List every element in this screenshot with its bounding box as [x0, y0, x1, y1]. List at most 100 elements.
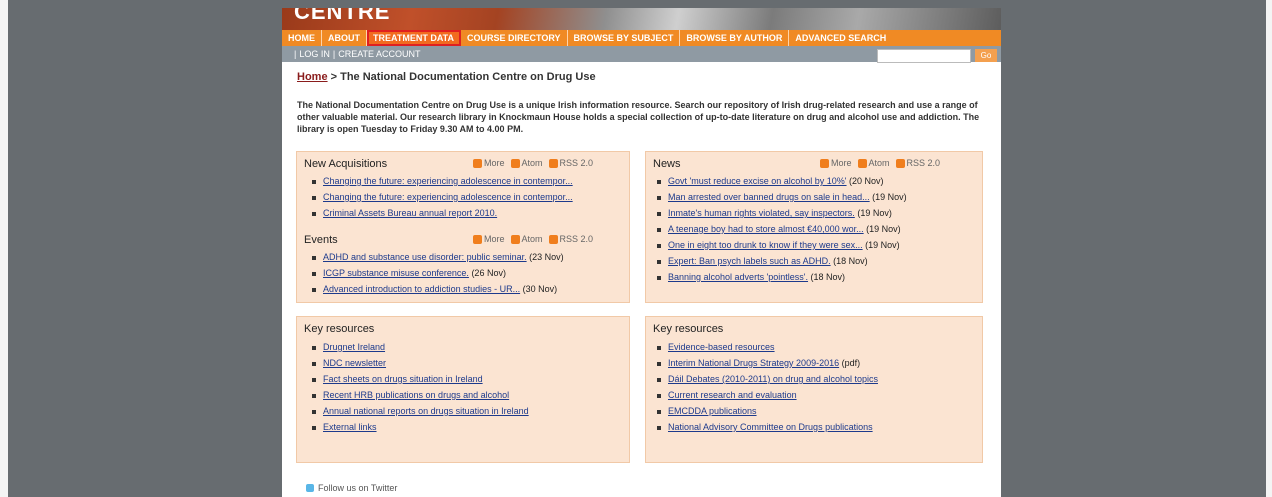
- news-date: (19 Nov): [872, 192, 907, 202]
- bullet: [312, 271, 316, 276]
- left-margin: [0, 0, 8, 497]
- key-resources-right-box: Key resources Evidence-based resources I…: [645, 316, 983, 463]
- list-item: Inmate's human rights violated, say insp…: [657, 205, 907, 221]
- list-item: Man arrested over banned drugs on sale i…: [657, 189, 907, 205]
- login-link[interactable]: LOG IN: [299, 49, 330, 59]
- news-link[interactable]: Govt 'must reduce excise on alcohol by 1…: [668, 176, 847, 186]
- rss-label: RSS 2.0: [906, 158, 941, 168]
- create-account-link[interactable]: CREATE ACCOUNT: [338, 49, 420, 59]
- rss-label: RSS 2.0: [559, 158, 594, 168]
- more-icon: [820, 158, 829, 168]
- nav-course-directory[interactable]: COURSE DIRECTORY: [461, 30, 568, 46]
- news-date: (19 Nov): [865, 240, 900, 250]
- list-item: One in eight too drunk to know if they w…: [657, 237, 907, 253]
- more-label: More: [484, 234, 505, 244]
- list-item: ICGP substance misuse conference. (26 No…: [312, 265, 564, 281]
- more-link[interactable]: More: [820, 158, 852, 168]
- acquisition-link[interactable]: Criminal Assets Bureau annual report 201…: [323, 208, 497, 218]
- more-icon: [473, 158, 482, 168]
- rss-link[interactable]: RSS 2.0: [895, 158, 941, 168]
- nav-browse-by-author[interactable]: BROWSE BY AUTHOR: [680, 30, 790, 46]
- bullet: [657, 377, 661, 382]
- list-item: Drugnet Ireland: [312, 339, 529, 355]
- news-feeds: More Atom RSS 2.0: [820, 158, 940, 168]
- list-item: NDC newsletter: [312, 355, 529, 371]
- twitter-follow[interactable]: Follow us on Twitter: [306, 483, 397, 493]
- list-item: Criminal Assets Bureau annual report 201…: [312, 205, 573, 221]
- atom-label: Atom: [521, 158, 543, 168]
- event-date: (26 Nov): [471, 268, 506, 278]
- more-link[interactable]: More: [473, 158, 505, 168]
- resource-link[interactable]: NDC newsletter: [323, 358, 386, 368]
- nav-treatment-data[interactable]: TREATMENT DATA: [367, 30, 461, 46]
- resource-link[interactable]: National Advisory Committee on Drugs pub…: [668, 422, 873, 432]
- news-link[interactable]: Man arrested over banned drugs on sale i…: [668, 192, 870, 202]
- more-label: More: [484, 158, 505, 168]
- resource-link[interactable]: EMCDDA publications: [668, 406, 757, 416]
- right-margin: [1266, 0, 1272, 497]
- news-link[interactable]: A teenage boy had to store almost €40,00…: [668, 224, 864, 234]
- nav-about[interactable]: ABOUT: [322, 30, 367, 46]
- breadcrumb-home[interactable]: Home: [297, 71, 328, 83]
- site-banner: CENTRE: [282, 8, 1001, 30]
- key-resources-right-title: Key resources: [653, 323, 724, 335]
- search-button[interactable]: Go: [975, 49, 997, 62]
- list-item: Banning alcohol adverts 'pointless'. (18…: [657, 269, 907, 285]
- news-link[interactable]: Banning alcohol adverts 'pointless'.: [668, 272, 808, 282]
- news-link[interactable]: Inmate's human rights violated, say insp…: [668, 208, 855, 218]
- nav-browse-by-subject[interactable]: BROWSE BY SUBJECT: [568, 30, 681, 46]
- bullet: [657, 393, 661, 398]
- news-link[interactable]: One in eight too drunk to know if they w…: [668, 240, 863, 250]
- bullet: [657, 409, 661, 414]
- resource-link[interactable]: External links: [323, 422, 377, 432]
- resource-link[interactable]: Annual national reports on drugs situati…: [323, 406, 529, 416]
- bullet: [657, 195, 661, 200]
- atom-icon: [510, 158, 520, 168]
- list-item: National Advisory Committee on Drugs pub…: [657, 419, 878, 435]
- list-item: Changing the future: experiencing adoles…: [312, 189, 573, 205]
- list-item: Fact sheets on drugs situation in Irelan…: [312, 371, 529, 387]
- more-link[interactable]: More: [473, 234, 505, 244]
- resource-link[interactable]: Drugnet Ireland: [323, 342, 385, 352]
- banner-title: CENTRE: [294, 8, 391, 24]
- event-link[interactable]: Advanced introduction to addiction studi…: [323, 284, 520, 294]
- atom-icon: [857, 158, 867, 168]
- news-list: Govt 'must reduce excise on alcohol by 1…: [657, 173, 907, 285]
- acquisition-link[interactable]: Changing the future: experiencing adoles…: [323, 176, 573, 186]
- resource-link[interactable]: Recent HRB publications on drugs and alc…: [323, 390, 509, 400]
- resource-link[interactable]: Interim National Drugs Strategy 2009-201…: [668, 358, 839, 368]
- bullet: [312, 377, 316, 382]
- list-item: Dáil Debates (2010-2011) on drug and alc…: [657, 371, 878, 387]
- rss-icon: [548, 234, 558, 244]
- key-resources-left-box: Key resources Drugnet Ireland NDC newsle…: [296, 316, 630, 463]
- rss-icon: [895, 158, 905, 168]
- search-input[interactable]: [877, 49, 971, 63]
- resource-link[interactable]: Evidence-based resources: [668, 342, 775, 352]
- rss-link[interactable]: RSS 2.0: [548, 234, 593, 244]
- rss-link[interactable]: RSS 2.0: [548, 158, 594, 168]
- main-nav: HOME ABOUT TREATMENT DATA COURSE DIRECTO…: [282, 30, 1001, 46]
- news-box: News More Atom RSS 2.0 Govt 'must reduce…: [645, 151, 983, 303]
- atom-label: Atom: [521, 234, 543, 244]
- event-date: (30 Nov): [522, 284, 558, 294]
- nav-home[interactable]: HOME: [282, 30, 322, 46]
- resource-link[interactable]: Dáil Debates (2010-2011) on drug and alc…: [668, 374, 878, 384]
- bullet: [657, 259, 661, 264]
- resource-link[interactable]: Fact sheets on drugs situation in Irelan…: [323, 374, 483, 384]
- news-link[interactable]: Expert: Ban psych labels such as ADHD.: [668, 256, 831, 266]
- breadcrumb: Home > The National Documentation Centre…: [297, 71, 596, 83]
- event-link[interactable]: ICGP substance misuse conference.: [323, 268, 469, 278]
- atom-link[interactable]: Atom: [857, 158, 890, 168]
- nav-advanced-search[interactable]: ADVANCED SEARCH: [789, 30, 892, 46]
- atom-link[interactable]: Atom: [510, 234, 543, 244]
- event-link[interactable]: ADHD and substance use disorder: public …: [323, 252, 527, 262]
- list-item: Expert: Ban psych labels such as ADHD. (…: [657, 253, 907, 269]
- atom-link[interactable]: Atom: [510, 158, 543, 168]
- list-item: Annual national reports on drugs situati…: [312, 403, 529, 419]
- bullet: [312, 195, 316, 200]
- events-title: Events: [304, 234, 338, 246]
- resource-link[interactable]: Current research and evaluation: [668, 390, 797, 400]
- subnav-divider: |: [294, 49, 297, 59]
- bullet: [312, 409, 316, 414]
- acquisition-link[interactable]: Changing the future: experiencing adoles…: [323, 192, 573, 202]
